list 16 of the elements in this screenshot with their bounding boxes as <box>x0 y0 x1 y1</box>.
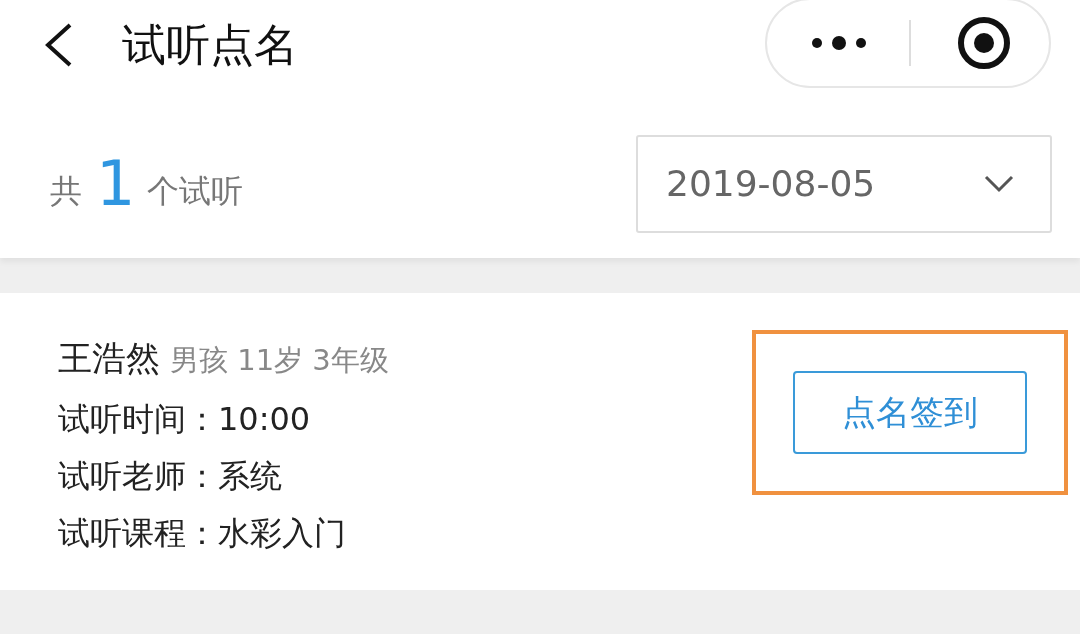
page-title: 试听点名 <box>122 18 298 72</box>
count-prefix: 共 <box>50 171 82 212</box>
field-label: 试听课程： <box>58 513 218 554</box>
field-value: 系统 <box>218 456 282 497</box>
more-icon[interactable] <box>809 35 869 51</box>
count-suffix: 个试听 <box>147 171 244 212</box>
field-value: 10:00 <box>218 399 311 440</box>
chevron-down-icon <box>984 175 1014 193</box>
trial-count: 1 <box>96 153 136 215</box>
field-label: 试听时间： <box>58 399 218 440</box>
date-select[interactable]: 2019-08-05 <box>636 135 1052 233</box>
student-info: 男孩 11岁 3年级 <box>170 342 389 379</box>
check-in-button[interactable]: 点名签到 <box>793 371 1027 454</box>
field-label: 试听老师： <box>58 456 218 497</box>
student-name: 王浩然 <box>58 337 160 380</box>
field-value: 水彩入门 <box>218 513 346 554</box>
